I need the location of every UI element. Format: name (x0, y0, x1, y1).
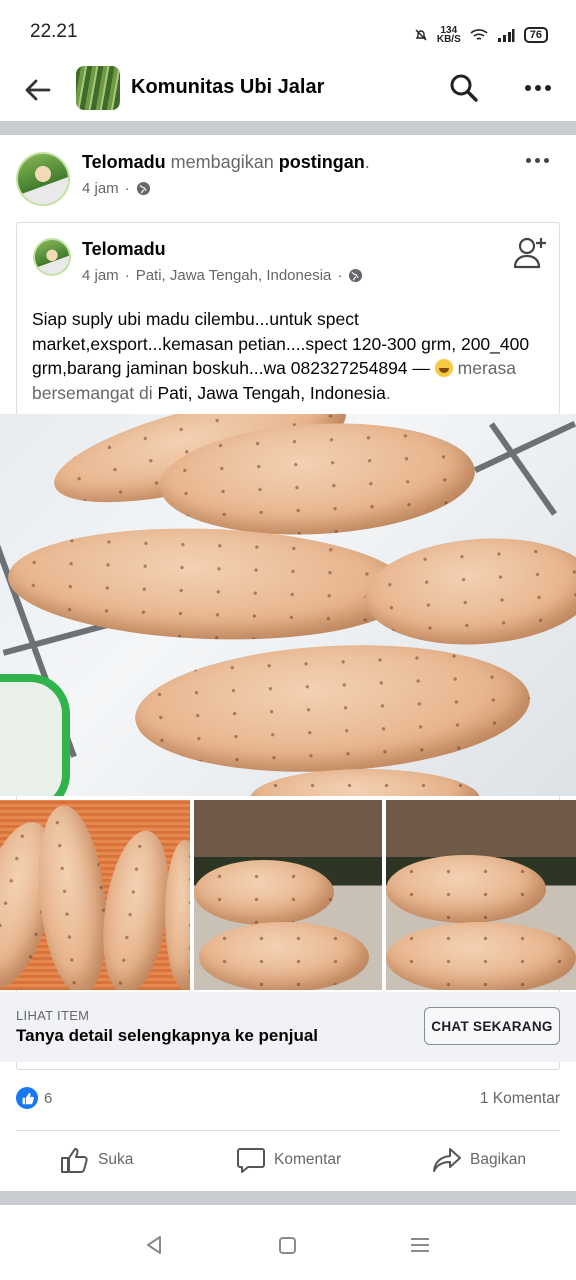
main-photo[interactable] (0, 414, 576, 796)
meta-separator: · (337, 267, 343, 284)
wifi-icon (470, 29, 488, 40)
post-more-button[interactable] (526, 158, 549, 163)
sweet-potato (6, 522, 412, 646)
post-author-line: Telomadu membagikan postingan. (82, 152, 370, 173)
like-reaction-icon (16, 1087, 38, 1109)
item-title: Tanya detail selengkapnya ke penjual (16, 1026, 319, 1045)
more-dot-icon (535, 85, 541, 91)
like-label: Suka (98, 1151, 134, 1168)
nav-back-button[interactable] (143, 1234, 165, 1261)
item-kicker: LIHAT ITEM (16, 1008, 90, 1023)
nav-recents-button[interactable] (409, 1234, 431, 1261)
arrow-left-icon (25, 79, 51, 101)
sweet-potato (386, 922, 576, 990)
post-action-text: membagikan (165, 152, 279, 172)
sweet-potato (199, 922, 369, 990)
photo-thumbnail-2[interactable] (194, 800, 382, 990)
comment-count[interactable]: 1 Komentar (480, 1090, 560, 1108)
meta-separator: · (124, 267, 130, 284)
shared-author-name[interactable]: Telomadu (82, 239, 166, 260)
post-author-name[interactable]: Telomadu (82, 152, 166, 172)
system-nav-bar (0, 1206, 576, 1280)
home-square-icon (279, 1237, 296, 1254)
post-meta: 4 jam · (82, 180, 151, 197)
signal-icon (497, 29, 515, 42)
sweet-potato (361, 531, 576, 652)
author-avatar[interactable] (16, 152, 70, 206)
globe-icon (349, 268, 363, 283)
feeling-end: . (385, 382, 391, 403)
kitchen-scale (0, 674, 70, 796)
post-action-object[interactable]: postingan (279, 152, 365, 172)
section-divider (0, 121, 576, 135)
shared-post-location[interactable]: Pati, Jawa Tengah, Indonesia (136, 267, 332, 284)
search-button[interactable] (448, 72, 480, 104)
post-time[interactable]: 4 jam (82, 180, 119, 197)
nav-home-button[interactable] (277, 1234, 299, 1261)
meta-separator: · (124, 180, 130, 197)
divider (16, 1130, 560, 1131)
more-dot-icon (526, 158, 531, 163)
like-count: 6 (44, 1089, 53, 1107)
network-speed: 134 KB/S (436, 26, 461, 45)
share-icon (433, 1148, 461, 1172)
add-friend-button[interactable] (513, 235, 549, 271)
comment-button[interactable]: Komentar (236, 1146, 341, 1174)
sweet-potato (386, 855, 546, 923)
back-button[interactable] (22, 74, 54, 106)
back-triangle-icon (147, 1236, 161, 1254)
status-icons: 134 KB/S 76 (414, 26, 548, 45)
sweet-potato (30, 802, 115, 990)
chat-now-button[interactable]: CHAT SEKARANG (424, 1007, 560, 1045)
section-divider (0, 1191, 576, 1205)
view-item-bar[interactable]: LIHAT ITEM Tanya detail selengkapnya ke … (0, 992, 576, 1062)
like-button[interactable]: Suka (60, 1146, 133, 1174)
mute-icon (415, 29, 427, 41)
floor-tile-line (473, 421, 576, 473)
thumbs-up-icon (61, 1148, 88, 1173)
status-bar: 22.21 134 KB/S 76 (0, 0, 576, 64)
sweet-potato (165, 840, 190, 990)
sweet-potato (250, 769, 480, 796)
share-label: Bagikan (470, 1151, 527, 1168)
more-options-button[interactable] (520, 72, 556, 104)
comment-label: Komentar (274, 1151, 342, 1168)
shared-author-avatar[interactable] (33, 238, 71, 276)
shared-post-time[interactable]: 4 jam (82, 267, 119, 284)
globe-icon (136, 181, 150, 196)
photo-thumbnail-1[interactable] (0, 800, 190, 990)
feeling-place[interactable]: Pati, Jawa Tengah, Indonesia (158, 383, 386, 403)
more-dot-icon (545, 85, 551, 91)
app-header: Komunitas Ubi Jalar (0, 64, 576, 120)
more-dot-icon (535, 158, 540, 163)
add-friend-icon (513, 237, 546, 269)
status-time: 22.21 (30, 21, 78, 42)
group-title[interactable]: Komunitas Ubi Jalar (131, 76, 324, 99)
more-dot-icon (544, 158, 549, 163)
menu-lines-icon (411, 1238, 429, 1252)
sweet-potato (131, 635, 534, 782)
reaction-summary[interactable]: 6 (16, 1087, 52, 1109)
share-button[interactable]: Bagikan (432, 1146, 526, 1174)
shared-post-meta: 4 jam · Pati, Jawa Tengah, Indonesia · (82, 267, 363, 284)
photo-thumbnail-3[interactable] (386, 800, 576, 990)
more-dot-icon (525, 85, 531, 91)
battery-icon: 76 (523, 27, 548, 43)
group-thumbnail[interactable] (76, 66, 120, 110)
shared-post-text: Siap suply ubi madu cilembu...untuk spec… (32, 307, 552, 405)
sweet-potato (194, 860, 334, 925)
action-row: Suka Komentar Bagikan (0, 1132, 576, 1190)
network-speed-unit: KB/S (436, 34, 461, 45)
smile-emoji-icon (434, 359, 453, 377)
comment-icon (237, 1148, 265, 1173)
search-icon (450, 74, 478, 102)
post-action-suffix: . (364, 152, 370, 172)
